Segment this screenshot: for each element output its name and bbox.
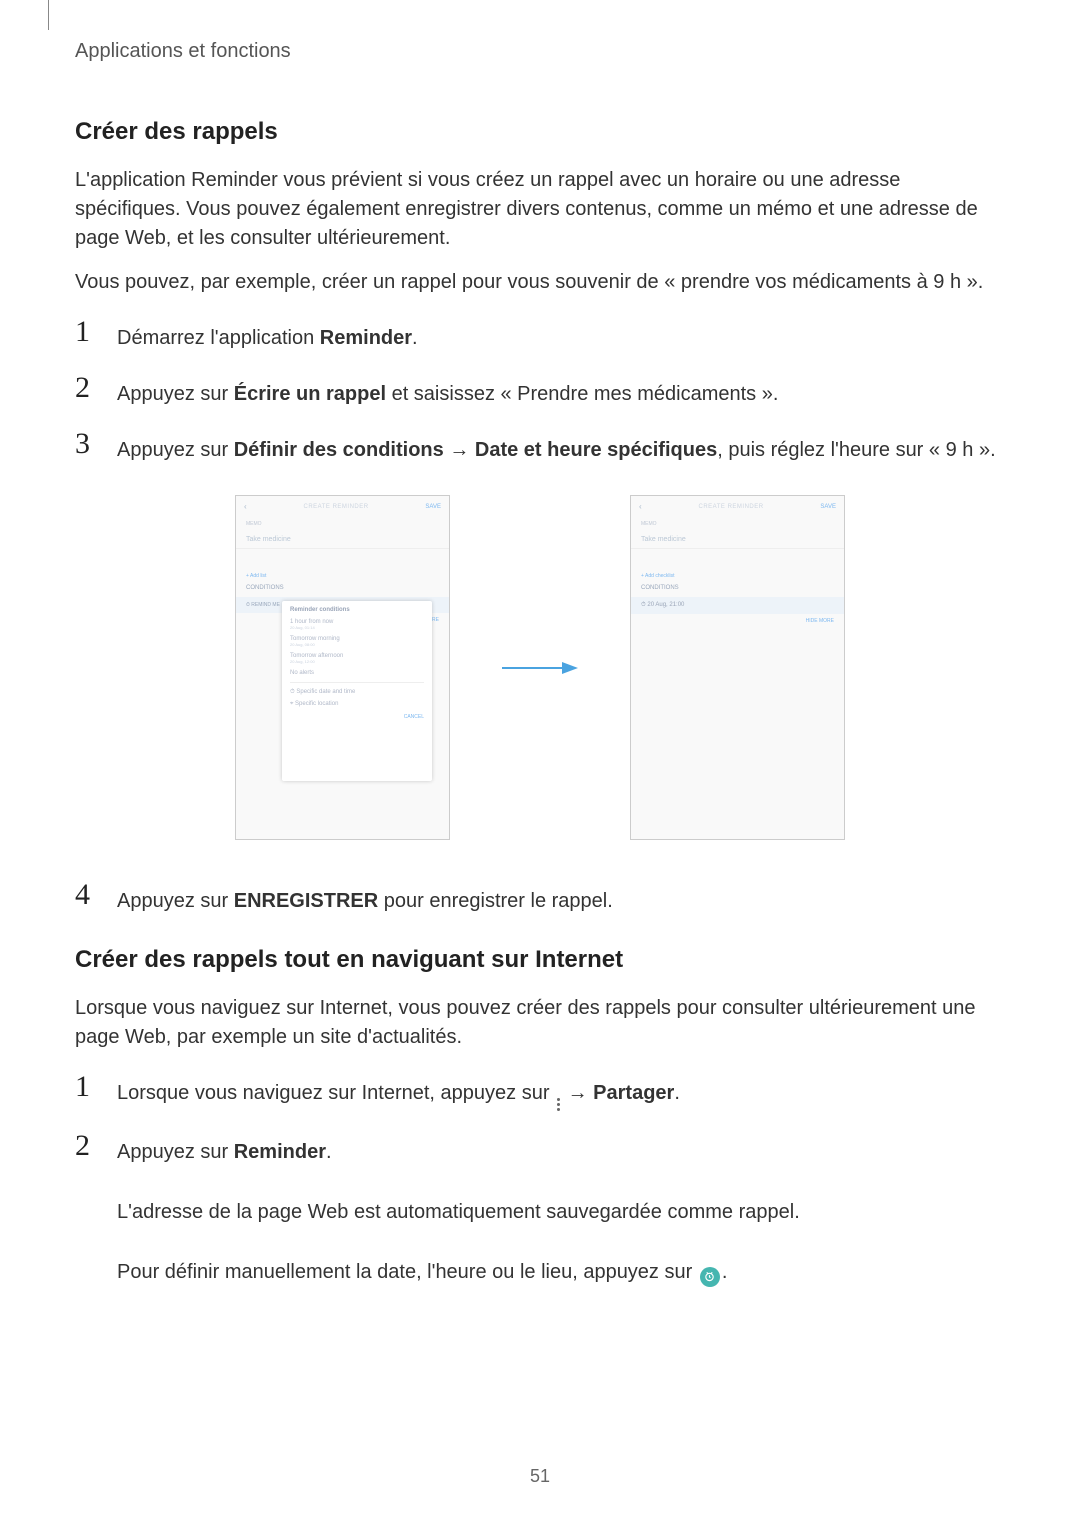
- step-1: 1 Démarrez l'application Reminder.: [75, 317, 1005, 353]
- conditions-label: CONDITIONS: [246, 585, 300, 591]
- step-text: Démarrez l'application Reminder.: [117, 317, 418, 353]
- page-rule: [48, 0, 49, 30]
- step-1-internet: 1 Lorsque vous naviguez sur Internet, ap…: [75, 1072, 1005, 1111]
- step-2: 2 Appuyez sur Écrire un rappel et saisis…: [75, 373, 1005, 409]
- popup-opt-specific-location: ⌖ Specific location: [290, 701, 424, 708]
- popup-cancel: CANCEL: [290, 714, 424, 720]
- hide-more-link: HIDE MORE: [631, 618, 844, 624]
- page-number: 51: [0, 1466, 1080, 1487]
- date-result: ⏱ 20 Aug, 21:00: [641, 602, 780, 609]
- step-text: Appuyez sur Écrire un rappel et saisisse…: [117, 373, 778, 409]
- section1-p2: Vous pouvez, par exemple, créer un rappe…: [75, 268, 1005, 297]
- memo-label: MEMO: [631, 515, 844, 530]
- step-text: Appuyez sur Reminder. L'adresse de la pa…: [117, 1131, 800, 1287]
- reminder-text: Take medicine: [236, 530, 449, 546]
- screenshot-mockups: ‹ CREATE REMINDER SAVE MEMO Take medicin…: [75, 495, 1005, 840]
- section1-p1: L'application Reminder vous prévient si …: [75, 166, 1005, 253]
- section-heading-creer-rappels: Créer des rappels: [75, 118, 1005, 146]
- step2-sub2: Pour définir manuellement la date, l'heu…: [117, 1261, 727, 1283]
- save-action: SAVE: [425, 504, 441, 510]
- step-4: 4 Appuyez sur ENREGISTRER pour enregistr…: [75, 880, 1005, 916]
- breadcrumb: Applications et fonctions: [75, 40, 1005, 63]
- step-number: 2: [75, 373, 97, 403]
- more-icon: [557, 1098, 560, 1111]
- memo-label: MEMO: [236, 515, 449, 530]
- step2-sub1: L'adresse de la page Web est automatique…: [117, 1201, 800, 1223]
- step-2-internet: 2 Appuyez sur Reminder. L'adresse de la …: [75, 1131, 1005, 1287]
- popup-opt-tomorrow-afternoon: Tomorrow afternoon20 Aug, 12:00: [290, 653, 424, 665]
- popup-header: Reminder conditions: [290, 607, 424, 613]
- step-3: 3 Appuyez sur Définir des conditions → D…: [75, 429, 1005, 465]
- addlist-link: + Add list: [246, 573, 300, 579]
- screen-title: CREATE REMINDER: [304, 504, 369, 510]
- phone-mockup-right: ‹ CREATE REMINDER SAVE MEMO Take medicin…: [630, 495, 845, 840]
- popup-opt-noalerts: No alerts: [290, 670, 424, 676]
- back-icon: ‹: [244, 502, 247, 511]
- popup-opt-tomorrow-morning: Tomorrow morning20 Aug, 08:00: [290, 636, 424, 648]
- save-action: SAVE: [820, 504, 836, 510]
- screen-title: CREATE REMINDER: [699, 504, 764, 510]
- step-number: 3: [75, 429, 97, 459]
- conditions-popup: Reminder conditions 1 hour from now20 Au…: [282, 601, 432, 781]
- conditions-label: CONDITIONS: [641, 585, 695, 591]
- step-number: 1: [75, 317, 97, 347]
- clock-icon: [700, 1267, 720, 1287]
- back-icon: ‹: [639, 502, 642, 511]
- step-text: Lorsque vous naviguez sur Internet, appu…: [117, 1072, 680, 1111]
- section-heading-internet: Créer des rappels tout en naviguant sur …: [75, 946, 1005, 974]
- reminder-text: Take medicine: [631, 530, 844, 546]
- phone-mockup-left: ‹ CREATE REMINDER SAVE MEMO Take medicin…: [235, 495, 450, 840]
- popup-opt-specific-date: ⏱ Specific date and time: [290, 689, 424, 696]
- step-number: 2: [75, 1131, 97, 1161]
- arrow-icon: [500, 658, 580, 678]
- step-text: Appuyez sur Définir des conditions → Dat…: [117, 429, 996, 465]
- step-number: 4: [75, 880, 97, 910]
- popup-opt-1hour: 1 hour from now20 Aug, 01:14: [290, 619, 424, 631]
- section2-p1: Lorsque vous naviguez sur Internet, vous…: [75, 994, 1005, 1052]
- step-text: Appuyez sur ENREGISTRER pour enregistrer…: [117, 880, 613, 916]
- add-checklist-link: + Add checklist: [641, 573, 834, 579]
- step-number: 1: [75, 1072, 97, 1102]
